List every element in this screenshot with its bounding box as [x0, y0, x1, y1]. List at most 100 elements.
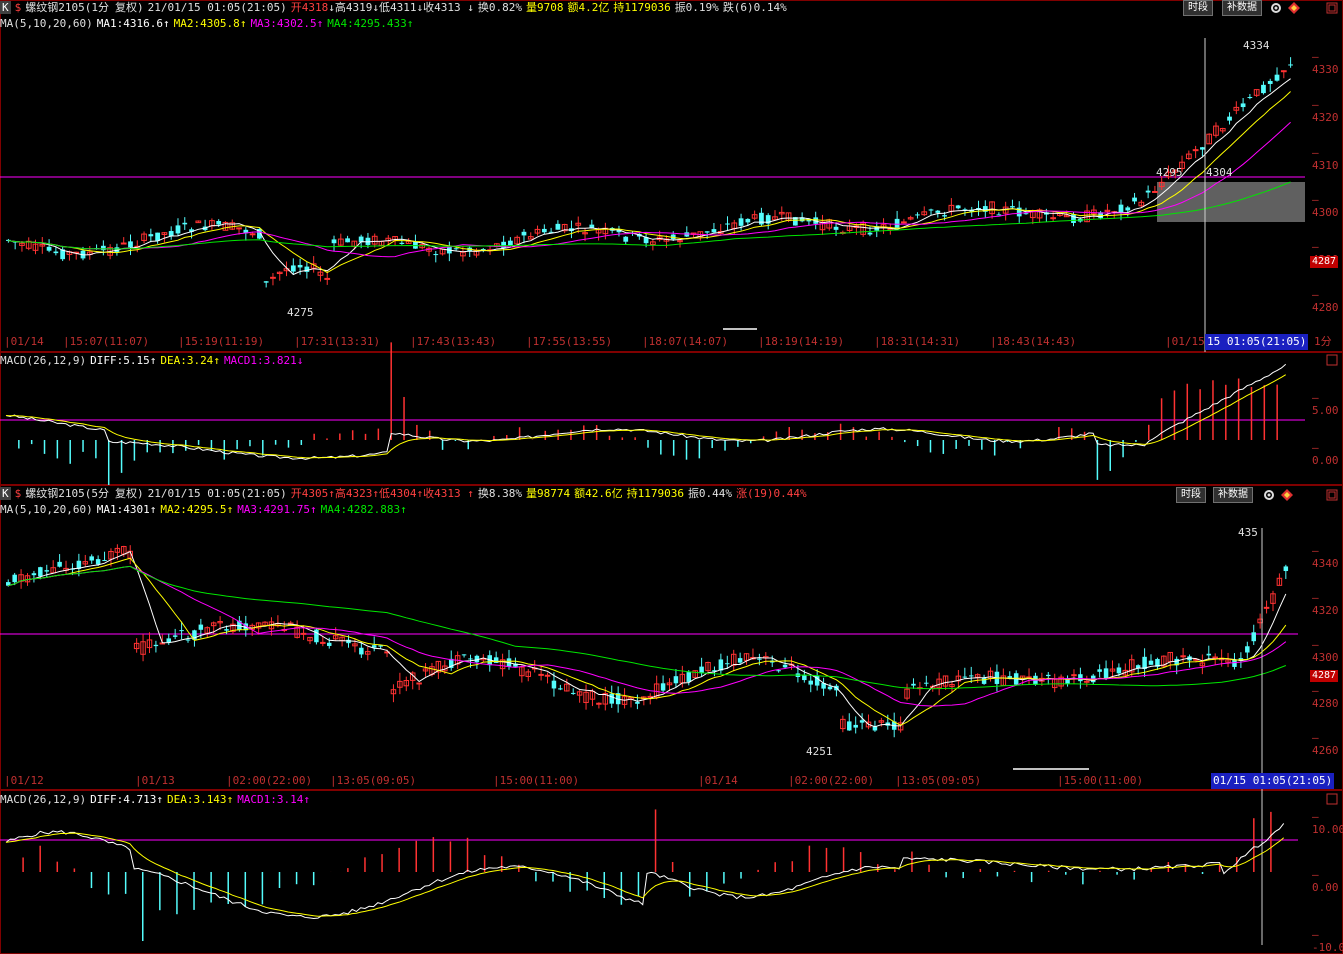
candle-body	[12, 574, 17, 583]
macd-value: MACD1:3.14	[237, 793, 304, 806]
bottom-price-tick: — 4260	[1312, 731, 1339, 757]
diff-value: DIFF:4.713	[90, 793, 157, 806]
candle-body	[782, 664, 788, 668]
candle-body	[1148, 660, 1154, 665]
bottom-time-label: |02:00(22:00)	[226, 774, 313, 787]
bottom-macd-tick: — -10.00	[1312, 928, 1343, 954]
candle-body	[1078, 674, 1083, 682]
candle-body	[44, 570, 50, 572]
candle-body	[1084, 680, 1090, 683]
candle-body	[327, 642, 332, 646]
candle-body	[153, 644, 159, 647]
candle-body	[558, 688, 563, 690]
dea-value: DEA:3.143	[166, 793, 227, 806]
candle-body	[673, 676, 679, 684]
bottom-low-label: 4251	[806, 745, 833, 758]
bottom-price-tick: — 4320	[1312, 591, 1339, 617]
candle-body	[185, 639, 191, 641]
bottom-time-cursor: 01/15 01:05(21:05)	[1211, 773, 1335, 789]
candle-body	[102, 560, 107, 562]
candle-body	[1263, 606, 1270, 609]
bottom-time-axis: |01/12 |01/13 |02:00(22:00) |13:05(09:05) |1…	[0, 773, 1343, 789]
candle-body	[314, 629, 319, 643]
candle-body	[172, 635, 178, 637]
candle-body	[1232, 659, 1237, 667]
arrow-up-icon: ↑	[303, 793, 311, 806]
candle-body	[1103, 668, 1109, 679]
candle-body	[1097, 669, 1102, 672]
candle-body	[1251, 632, 1256, 642]
candle-body	[635, 701, 640, 704]
candle-body	[686, 672, 692, 682]
bottom-time-label: |02:00(22:00)	[788, 774, 875, 787]
bottom-candlestick-chart[interactable]	[0, 0, 1343, 954]
candle-body	[224, 629, 229, 631]
candle-body	[981, 678, 987, 684]
candle-body	[544, 674, 551, 677]
bottom-time-label: |01/12	[4, 774, 44, 787]
candle-body	[808, 680, 813, 685]
candle-body	[962, 676, 968, 678]
candle-body	[853, 724, 858, 728]
candle-body	[89, 556, 94, 561]
diff-line	[5, 823, 1285, 919]
scroll-indicator	[1013, 768, 1089, 770]
candle-body	[1142, 656, 1147, 669]
bottom-price-tick: — 4280	[1312, 684, 1339, 710]
candle-body	[1245, 646, 1250, 653]
candle-body	[859, 720, 865, 723]
candle-body	[1206, 653, 1212, 656]
candle-body	[538, 673, 544, 676]
candle-body	[737, 658, 743, 663]
candle-body	[609, 693, 614, 704]
candle-body	[660, 683, 666, 691]
candle-body	[416, 682, 422, 685]
bottom-time-label: |13:05(09:05)	[330, 774, 417, 787]
candle-body	[1212, 656, 1218, 659]
arrow-up-icon: ↑	[156, 793, 163, 806]
bottom-price-tag: 4287	[1310, 670, 1339, 682]
candle-body	[1116, 667, 1122, 674]
candle-body	[802, 675, 807, 681]
dea-line	[5, 832, 1285, 917]
candle-body	[827, 686, 833, 690]
bottom-macd-tick: — 0.00	[1312, 868, 1339, 894]
candle-body	[911, 683, 916, 686]
candle-body	[924, 682, 929, 684]
bottom-time-label: |01/13	[135, 774, 175, 787]
candle-body	[1046, 674, 1051, 677]
candle-body	[57, 561, 62, 567]
bottom-time-label: |01/14	[698, 774, 738, 787]
bottom-high-label: 435	[1238, 526, 1258, 539]
candle-body	[95, 559, 101, 565]
bottom-price-tick: — 4340	[1312, 544, 1339, 570]
candle-body	[38, 567, 43, 577]
candle-body	[570, 692, 576, 694]
bottom-macd-tick: — 10.00	[1312, 810, 1343, 836]
candle-body	[847, 721, 852, 731]
candle-body	[969, 675, 974, 677]
candle-body	[725, 663, 730, 665]
ma10-line	[8, 557, 1287, 726]
candle-body	[718, 659, 724, 671]
candle-body	[551, 680, 557, 689]
maximize-icon[interactable]	[1326, 793, 1338, 805]
candle-body	[1180, 655, 1186, 658]
candle-body	[300, 632, 307, 635]
arrow-up-icon: ↑	[226, 793, 234, 806]
candle-body	[359, 647, 364, 655]
bottom-macd-legend: MACD(26,12,9) DIFF:4.713↑ DEA:3.143↑ MACD1:…	[0, 792, 314, 808]
bottom-time-label: |15:00(11:00)	[1057, 774, 1144, 787]
macd-label: MACD(26,12,9)	[0, 793, 87, 806]
candle-body	[461, 654, 467, 656]
candle-body	[596, 702, 602, 705]
candle-body	[757, 658, 762, 660]
candle-body	[468, 658, 473, 660]
candle-body	[1283, 566, 1289, 572]
candle-body	[1071, 674, 1077, 677]
candle-body	[198, 624, 204, 630]
bottom-time-label: |15:00(11:00)	[493, 774, 580, 787]
bottom-time-label: |13:05(09:05)	[895, 774, 982, 787]
bottom-price-tick: — 4300	[1312, 638, 1339, 664]
candle-body	[776, 670, 781, 672]
